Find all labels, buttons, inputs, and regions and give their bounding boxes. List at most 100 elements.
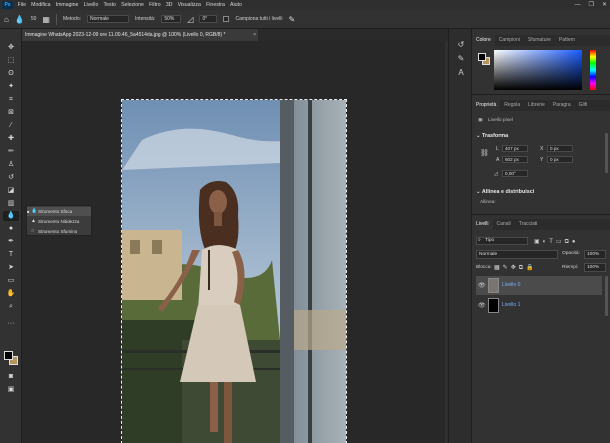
- menu-3d[interactable]: 3D: [163, 0, 175, 10]
- menu-file[interactable]: File: [15, 0, 29, 10]
- pressure-icon[interactable]: ✎: [288, 15, 295, 24]
- align-title[interactable]: ⌄ Allinea e distribuisci: [476, 189, 534, 195]
- document-image[interactable]: [121, 99, 347, 443]
- eyedropper-tool-icon[interactable]: ⁄: [3, 121, 19, 131]
- type-tool-icon[interactable]: T: [3, 250, 19, 260]
- angle-field[interactable]: 0,00°: [502, 170, 528, 177]
- home-icon[interactable]: ⌂: [4, 15, 9, 24]
- brush-tool-icon[interactable]: ✏: [3, 147, 19, 157]
- brush-size[interactable]: 50: [31, 16, 37, 22]
- zoom-tool-icon[interactable]: ⌕: [3, 302, 19, 312]
- strength-field[interactable]: 50%: [161, 15, 182, 23]
- menu-testo[interactable]: Testo: [101, 0, 119, 10]
- move-tool-icon[interactable]: ✥: [3, 43, 19, 53]
- menu-modifica[interactable]: Modifica: [29, 0, 54, 10]
- menu-immagine[interactable]: Immagine: [53, 0, 81, 10]
- tab-glifi[interactable]: Glifi: [575, 100, 592, 111]
- shape-tool-icon[interactable]: ▭: [3, 276, 19, 286]
- brush-settings-icon[interactable]: ▦: [42, 15, 50, 24]
- healing-brush-tool-icon[interactable]: ✚: [3, 134, 19, 144]
- more-tools-icon[interactable]: ···: [3, 319, 19, 329]
- angle-icon: ◿: [494, 171, 498, 177]
- filter-icons[interactable]: ▣◐T▭⧉●: [534, 238, 579, 246]
- x-field[interactable]: 0 px: [547, 145, 573, 152]
- menu-aiuto[interactable]: Aiuto: [227, 0, 244, 10]
- menu-finestra[interactable]: Finestra: [204, 0, 228, 10]
- crop-tool-icon[interactable]: ⌗: [3, 95, 19, 105]
- path-select-tool-icon[interactable]: ➤: [3, 263, 19, 273]
- frame-tool-icon[interactable]: ⊠: [3, 108, 19, 118]
- layer-filter-value: Tipo: [485, 238, 495, 243]
- layers-scrollbar[interactable]: [605, 276, 608, 316]
- height-field[interactable]: 602 px: [502, 156, 528, 163]
- close-window-button[interactable]: ✕: [602, 0, 607, 10]
- eye-icon[interactable]: 👁: [478, 282, 486, 289]
- tab-regola[interactable]: Regola: [500, 100, 524, 111]
- tab-pattern[interactable]: Pattern: [555, 35, 579, 46]
- history-panel-icon[interactable]: ↺: [455, 39, 467, 50]
- character-panel-icon[interactable]: A: [455, 67, 467, 78]
- lasso-tool-icon[interactable]: ʘ: [3, 69, 19, 79]
- tab-canali[interactable]: Canali: [493, 219, 515, 230]
- close-tab-icon[interactable]: ×: [253, 29, 256, 41]
- link-icon[interactable]: ⛓: [480, 149, 489, 157]
- layer-row[interactable]: 👁 Livello 0: [476, 276, 602, 295]
- properties-scrollbar[interactable]: [605, 133, 608, 173]
- angle-field[interactable]: 0°: [199, 15, 218, 23]
- tab-livelli[interactable]: Livelli: [472, 219, 493, 230]
- flyout-item-sharpen[interactable]: ▲ Strumento Nitidezza: [27, 217, 91, 226]
- quick-select-tool-icon[interactable]: ✦: [3, 82, 19, 92]
- document-tab[interactable]: Immagine WhatsApp 2023-12-09 ore 11.00.4…: [22, 29, 258, 41]
- tab-sfumature[interactable]: Sfumature: [524, 35, 555, 46]
- foreground-color-swatch[interactable]: [4, 351, 13, 360]
- menu-selezione[interactable]: Selezione: [119, 0, 147, 10]
- fill-label: Riempi:: [562, 265, 579, 270]
- gradient-tool-icon[interactable]: ▥: [3, 199, 19, 209]
- layer-name[interactable]: Livello 0: [502, 276, 520, 295]
- lock-icons[interactable]: ▦✎✥⧉🔒: [494, 264, 536, 272]
- layer-type-label: Livello pixel: [488, 118, 513, 123]
- y-field[interactable]: 0 px: [547, 156, 573, 163]
- pen-tool-icon[interactable]: ✒: [3, 237, 19, 247]
- marquee-tool-icon[interactable]: ⬚: [3, 56, 19, 66]
- menu-visualizza[interactable]: Visualizza: [175, 0, 203, 10]
- layer-row[interactable]: 👁 Livello 1: [476, 296, 602, 315]
- sample-all-checkbox[interactable]: [223, 16, 230, 22]
- blend-mode-select[interactable]: Normale: [476, 250, 558, 259]
- layer-name[interactable]: Livello 1: [502, 296, 520, 315]
- eye-icon[interactable]: 👁: [478, 302, 486, 309]
- blur-tool-icon[interactable]: 💧: [3, 211, 19, 221]
- tab-librerie[interactable]: Librerie: [524, 100, 549, 111]
- flyout-item-blur[interactable]: ■ 💧 Strumento Sfoca: [27, 207, 91, 216]
- menu-filtro[interactable]: Filtro: [147, 0, 164, 10]
- tab-campioni[interactable]: Campioni: [495, 35, 524, 46]
- transform-title[interactable]: ⌄ Trasforma: [476, 133, 508, 139]
- canvas-area[interactable]: [22, 41, 448, 443]
- opacity-field[interactable]: 100%: [584, 250, 606, 259]
- layer-filter-select[interactable]: ⌕ Tipo: [476, 237, 528, 245]
- quick-mask-icon[interactable]: ◙: [3, 372, 19, 382]
- clone-stamp-tool-icon[interactable]: ♙: [3, 160, 19, 170]
- tab-paragrafo[interactable]: Paragra: [549, 100, 575, 111]
- mode-select[interactable]: Normale: [87, 15, 130, 23]
- fill-field[interactable]: 100%: [584, 263, 606, 272]
- screen-mode-icon[interactable]: ▣: [3, 385, 19, 395]
- tab-proprieta[interactable]: Proprietà: [472, 100, 501, 111]
- menu-livello[interactable]: Livello: [81, 0, 101, 10]
- maximize-button[interactable]: ❐: [589, 0, 594, 10]
- color-picker-field[interactable]: [494, 50, 582, 90]
- hue-slider[interactable]: [590, 50, 596, 90]
- blur-tool-preset-icon[interactable]: 💧: [15, 15, 25, 24]
- history-brush-tool-icon[interactable]: ↺: [3, 173, 19, 183]
- pixel-layer-icon: ▣: [478, 118, 483, 123]
- tab-tracciati[interactable]: Tracciati: [515, 219, 542, 230]
- minimize-button[interactable]: —: [575, 0, 581, 10]
- width-field[interactable]: 407 px: [502, 145, 528, 152]
- panel-foreground-swatch[interactable]: [478, 53, 486, 61]
- eraser-tool-icon[interactable]: ◪: [3, 186, 19, 196]
- tab-colore[interactable]: Colore: [472, 35, 495, 46]
- hand-tool-icon[interactable]: ✋: [3, 289, 19, 299]
- dodge-tool-icon[interactable]: ●: [3, 224, 19, 234]
- flyout-item-smudge[interactable]: ☝ Strumento Sfumino: [27, 227, 91, 236]
- brush-panel-icon[interactable]: ✎: [455, 53, 467, 64]
